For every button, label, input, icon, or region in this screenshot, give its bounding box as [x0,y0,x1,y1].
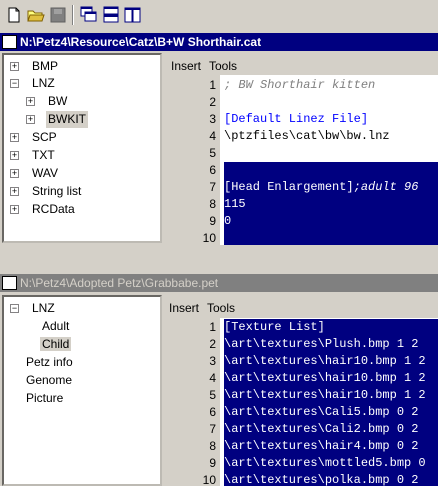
resource-tree[interactable]: − LNZ Adult Child Petz info Genome Pictur… [2,295,162,486]
document-icon [2,276,17,290]
tree-item-genome[interactable]: Genome [26,372,72,389]
resource-tree[interactable]: + BMP − LNZ + BW + BWKIT + SCP + TXT + WAV + Str… [2,53,162,243]
editor-line[interactable]: 8 \art\textures\hair4.bmp 0 2 [166,438,438,455]
expand-icon[interactable]: + [10,133,19,142]
window-titlebar[interactable]: N:\Petz4\Resource\Catz\B+W Shorthair.cat [0,33,438,51]
editor-line[interactable]: 90 [166,213,438,230]
editor-line[interactable]: 3 \art\textures\hair10.bmp 1 2 [166,353,438,370]
editor-line[interactable]: 2 \art\textures\Plush.bmp 1 2 [166,336,438,353]
editor-line[interactable]: 5 [166,145,438,162]
document-window-cat: N:\Petz4\Resource\Catz\B+W Shorthair.cat… [0,33,438,245]
expand-icon[interactable]: + [10,151,19,160]
menu-insert[interactable]: Insert [171,58,201,74]
tree-item-adult[interactable]: Adult [42,318,69,335]
tile-horizontal-icon[interactable] [101,5,121,25]
save-icon[interactable] [48,5,68,25]
window-title: N:\Petz4\Resource\Catz\B+W Shorthair.cat [20,35,262,49]
window-title: N:\Petz4\Adopted Petz\Grabbabe.pet [20,276,219,290]
collapse-icon[interactable]: − [10,304,19,313]
expand-icon[interactable]: + [26,115,35,124]
expand-icon[interactable]: + [10,187,19,196]
editor-line[interactable]: 6 \art\textures\Cali5.bmp 0 2 [166,404,438,421]
expand-icon[interactable]: + [10,62,19,71]
toolbar-separator [72,5,74,25]
text-editor[interactable]: 1 [Texture List] 2 \art\textures\Plush.bmp… [166,318,438,486]
editor-line[interactable]: 1; BW Shorthair kitten [166,77,438,94]
editor-line[interactable]: 5 \art\textures\hair10.bmp 1 2 [166,387,438,404]
tile-vertical-icon[interactable] [123,5,143,25]
tree-item-petz-info[interactable]: Petz info [26,354,73,371]
tree-item-picture[interactable]: Picture [26,390,63,407]
editor-line[interactable]: 4 \ptzfiles\cat\bw\bw.lnz [166,128,438,145]
text-editor[interactable]: 1; BW Shorthair kitten 2 3 [Default Linez… [166,75,438,245]
editor-line[interactable]: 6 [166,162,438,179]
collapse-icon[interactable]: − [10,79,19,88]
document-icon [2,35,17,49]
expand-icon[interactable]: + [26,97,35,106]
new-file-icon[interactable] [4,5,24,25]
document-window-pet: N:\Petz4\Adopted Petz\Grabbabe.pet − LNZ … [0,274,438,486]
toolbar [0,0,438,30]
editor-line[interactable]: 7 \art\textures\Cali2.bmp 0 2 [166,421,438,438]
editor-line[interactable]: 4 \art\textures\hair10.bmp 1 2 [166,370,438,387]
tree-item-child[interactable]: Child [40,336,72,353]
editor-line[interactable]: 1 [Texture List] [166,319,438,336]
editor-line[interactable]: 7 [Head Enlargement];adult 96 [166,179,438,196]
open-folder-icon[interactable] [26,5,46,25]
expand-icon[interactable]: + [10,205,19,214]
window-titlebar[interactable]: N:\Petz4\Adopted Petz\Grabbabe.pet [0,274,438,292]
editor-line[interactable]: 2 [166,94,438,111]
editor-line[interactable]: 8 115 [166,196,438,213]
cascade-windows-icon[interactable] [79,5,99,25]
menu-tools[interactable]: Tools [207,300,235,316]
editor-line[interactable]: 9 \art\textures\mottled5.bmp 0 [166,455,438,472]
expand-icon[interactable]: + [10,169,19,178]
editor-line[interactable]: 10 \art\textures\polka.bmp 0 2 [166,472,438,486]
editor-line[interactable]: 10 [166,230,438,245]
menu-tools[interactable]: Tools [209,58,237,74]
editor-line[interactable]: 3 [Default Linez File] [166,111,438,128]
menu-insert[interactable]: Insert [169,300,199,316]
